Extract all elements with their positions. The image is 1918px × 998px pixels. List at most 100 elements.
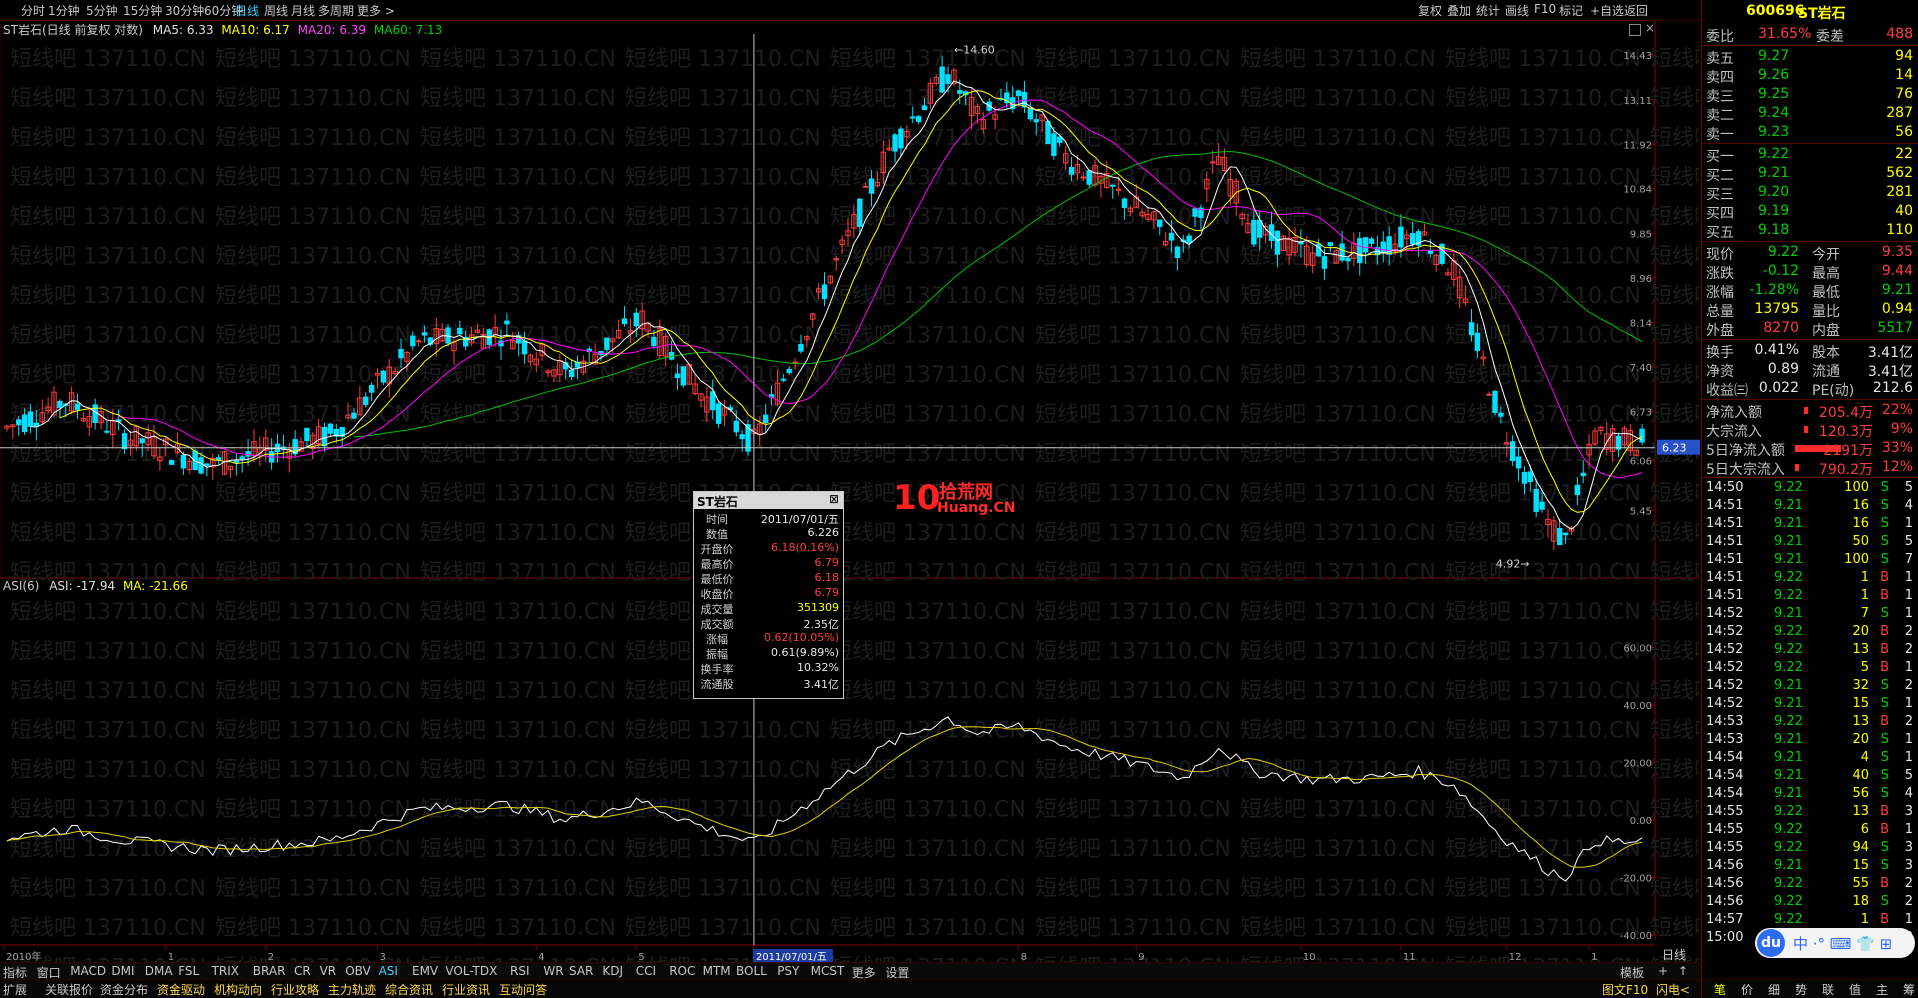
quote-tab-0[interactable]: 笔 <box>1714 981 1726 998</box>
quote-tab-6[interactable]: 主 <box>1876 981 1888 998</box>
candle-body <box>921 105 928 111</box>
bottom-tab-0[interactable]: 扩展 <box>3 981 27 998</box>
bottom-tab-5[interactable]: 行业攻略 <box>271 981 319 998</box>
stock-code: 600696 <box>1746 3 1805 19</box>
period-tab-1[interactable]: 1分钟 <box>48 2 80 19</box>
period-tab-6[interactable]: 日线 <box>235 2 259 19</box>
indicator-tab-sar[interactable]: SAR <box>569 964 593 978</box>
watermark-text: 短线吧 137110.CN <box>420 47 616 72</box>
bottom-tab-4[interactable]: 机构动向 <box>214 981 262 998</box>
tick-time: 14:55 <box>1706 840 1744 855</box>
candle-body <box>1539 501 1545 510</box>
quote-tab-2[interactable]: 细 <box>1768 981 1780 998</box>
tick-price: 9.22 <box>1774 714 1803 729</box>
indicator-tab-asi[interactable]: ASI <box>379 964 398 978</box>
watermark-text: 短线吧 137110.CN <box>625 877 821 902</box>
flash-button[interactable]: 闪电< <box>1656 981 1690 998</box>
daily-label[interactable]: 日线 <box>1662 946 1686 963</box>
tool-button-7[interactable]: 返回 <box>1624 2 1648 19</box>
candle-body <box>563 362 569 370</box>
indicator-tab-trix[interactable]: TRIX <box>212 964 239 978</box>
indicator-tab-dma[interactable]: DMA <box>145 964 173 978</box>
bottom-tab-1[interactable]: 关联报价 <box>45 981 93 998</box>
quote-tab-1[interactable]: 价 <box>1741 981 1753 998</box>
period-tab-3[interactable]: 15分钟 <box>123 2 162 19</box>
watermark-text: 短线吧 137110.CN <box>625 758 821 783</box>
bottom-tab-3[interactable]: 资金驱动 <box>157 981 205 998</box>
ask-row: 卖一 9.23 56 <box>1702 123 1918 143</box>
tick-row: 14:51 9.21 50 S 5 <box>1702 533 1918 552</box>
bottom-tab-2[interactable]: 资金分布 <box>100 981 148 998</box>
tick-volume: 100 <box>1844 480 1869 495</box>
period-tab-7[interactable]: 周线 <box>264 2 288 19</box>
candle-body <box>233 460 240 464</box>
indicator-tab-mtm[interactable]: MTM <box>703 964 731 978</box>
tick-volume: 18 <box>1852 894 1869 909</box>
indicator-tab-vol-tdx[interactable]: VOL-TDX <box>445 964 497 978</box>
watermark-text: 短线吧 137110.CN <box>1240 284 1436 309</box>
period-tab-2[interactable]: 5分钟 <box>86 2 118 19</box>
bottom-tab-8[interactable]: 行业资讯 <box>442 981 490 998</box>
indicator-tab-brar[interactable]: BRAR <box>253 964 286 978</box>
bottom-tab-9[interactable]: 互动问答 <box>499 981 547 998</box>
asi-tick-label: 60.00 <box>1623 644 1652 655</box>
indicator-tab-macd[interactable]: MACD <box>70 964 106 978</box>
tool-button-1[interactable]: 叠加 <box>1447 2 1471 19</box>
tick-row: 14:52 9.22 20 B 2 <box>1702 623 1918 642</box>
period-tab-8[interactable]: 月线 <box>291 2 315 19</box>
quote-tab-5[interactable]: 值 <box>1849 981 1861 998</box>
indicator-tab-rsi[interactable]: RSI <box>510 964 530 978</box>
quote-tab-7[interactable]: 筹 <box>1903 981 1915 998</box>
tool-button-2[interactable]: 统计 <box>1476 2 1500 19</box>
popup-row: 成交量 351309 <box>694 601 843 616</box>
tool-button-0[interactable]: 复权 <box>1418 2 1442 19</box>
indicator-tab-wr[interactable]: WR <box>543 964 563 978</box>
date-tick-label: 10 <box>1303 952 1316 962</box>
indicator-tab-cci[interactable]: CCI <box>636 964 656 978</box>
quote-tab-4[interactable]: 联 <box>1822 981 1834 998</box>
indicator-tab-kdj[interactable]: KDJ <box>602 964 623 978</box>
tool-button-6[interactable]: +自选 <box>1590 2 1624 19</box>
indicator-tab-cr[interactable]: CR <box>294 964 311 978</box>
indicator-tab-roc[interactable]: ROC <box>669 964 695 978</box>
indicator-tab-psy[interactable]: PSY <box>777 964 799 978</box>
kline-chart[interactable]: 短线吧 137110.CN 短线吧 137110.CN 短线吧 137110.CN 短… <box>0 20 1700 962</box>
tool-button-4[interactable]: F10 <box>1534 2 1556 16</box>
period-tab-0[interactable]: 分时 <box>21 2 45 19</box>
popup-row: 最低价 6.18 <box>694 571 843 586</box>
period-tab-9[interactable]: 多周期 <box>318 2 354 19</box>
popup-close-icon[interactable]: ⊠ <box>829 492 839 506</box>
ask-volume: 14 <box>1895 67 1913 83</box>
tool-button-3[interactable]: 画线 <box>1505 2 1529 19</box>
watermark-text: 短线吧 137110.CN <box>1650 126 1700 151</box>
indicator-tab-obv[interactable]: OBV <box>345 964 371 978</box>
candle-body <box>957 90 963 94</box>
add-icon[interactable]: + <box>1658 964 1668 978</box>
indicator-tab-dmi[interactable]: DMI <box>111 964 134 978</box>
input-method-widget[interactable]: du 中 ·° ⌨ 👕 ⊞ <box>1755 928 1915 958</box>
indicator-tab-boll[interactable]: BOLL <box>736 964 767 978</box>
popup-value: 6.18(0.16%) <box>770 541 839 554</box>
bottom-tab-6[interactable]: 主力轨迹 <box>328 981 376 998</box>
candle-body <box>1498 412 1504 417</box>
indicator-tab-fsl[interactable]: FSL <box>178 964 199 978</box>
indicator-tab-emv[interactable]: EMV <box>412 964 438 978</box>
indicator-tab-mcst[interactable]: MCST <box>811 964 845 978</box>
ask-label: 卖五 <box>1706 51 1734 67</box>
watermark-layer: 短线吧 137110.CN 短线吧 137110.CN 短线吧 137110.CN 短… <box>10 47 1700 962</box>
period-tab-10[interactable]: 更多 > <box>357 2 395 19</box>
quote-tab-3[interactable]: 势 <box>1795 981 1807 998</box>
arrow-icon[interactable]: ↑ <box>1678 964 1688 978</box>
bottom-tab-7[interactable]: 综合资讯 <box>385 981 433 998</box>
ask-volume: 287 <box>1886 105 1913 121</box>
tick-volume: 55 <box>1852 876 1869 891</box>
watermark-text: 短线吧 137110.CN <box>1445 126 1641 151</box>
tool-button-5[interactable]: 标记 <box>1559 2 1583 19</box>
f10-button[interactable]: 图文F10 <box>1602 981 1648 998</box>
watermark-text: 短线吧 137110.CN <box>10 324 206 349</box>
indicator-tab-vr[interactable]: VR <box>320 964 337 978</box>
watermark-text: 短线吧 137110.CN <box>215 640 411 665</box>
period-tab-4[interactable]: 30分钟 <box>165 2 204 19</box>
ime-mode-icon[interactable]: 中 ·° ⌨ 👕 ⊞ <box>1793 933 1892 954</box>
bar-info-popup[interactable]: ST岩石 ⊠ 时间 2011/07/01/五 数值 6.226 开盘价 6.18(0.16… <box>693 491 844 699</box>
